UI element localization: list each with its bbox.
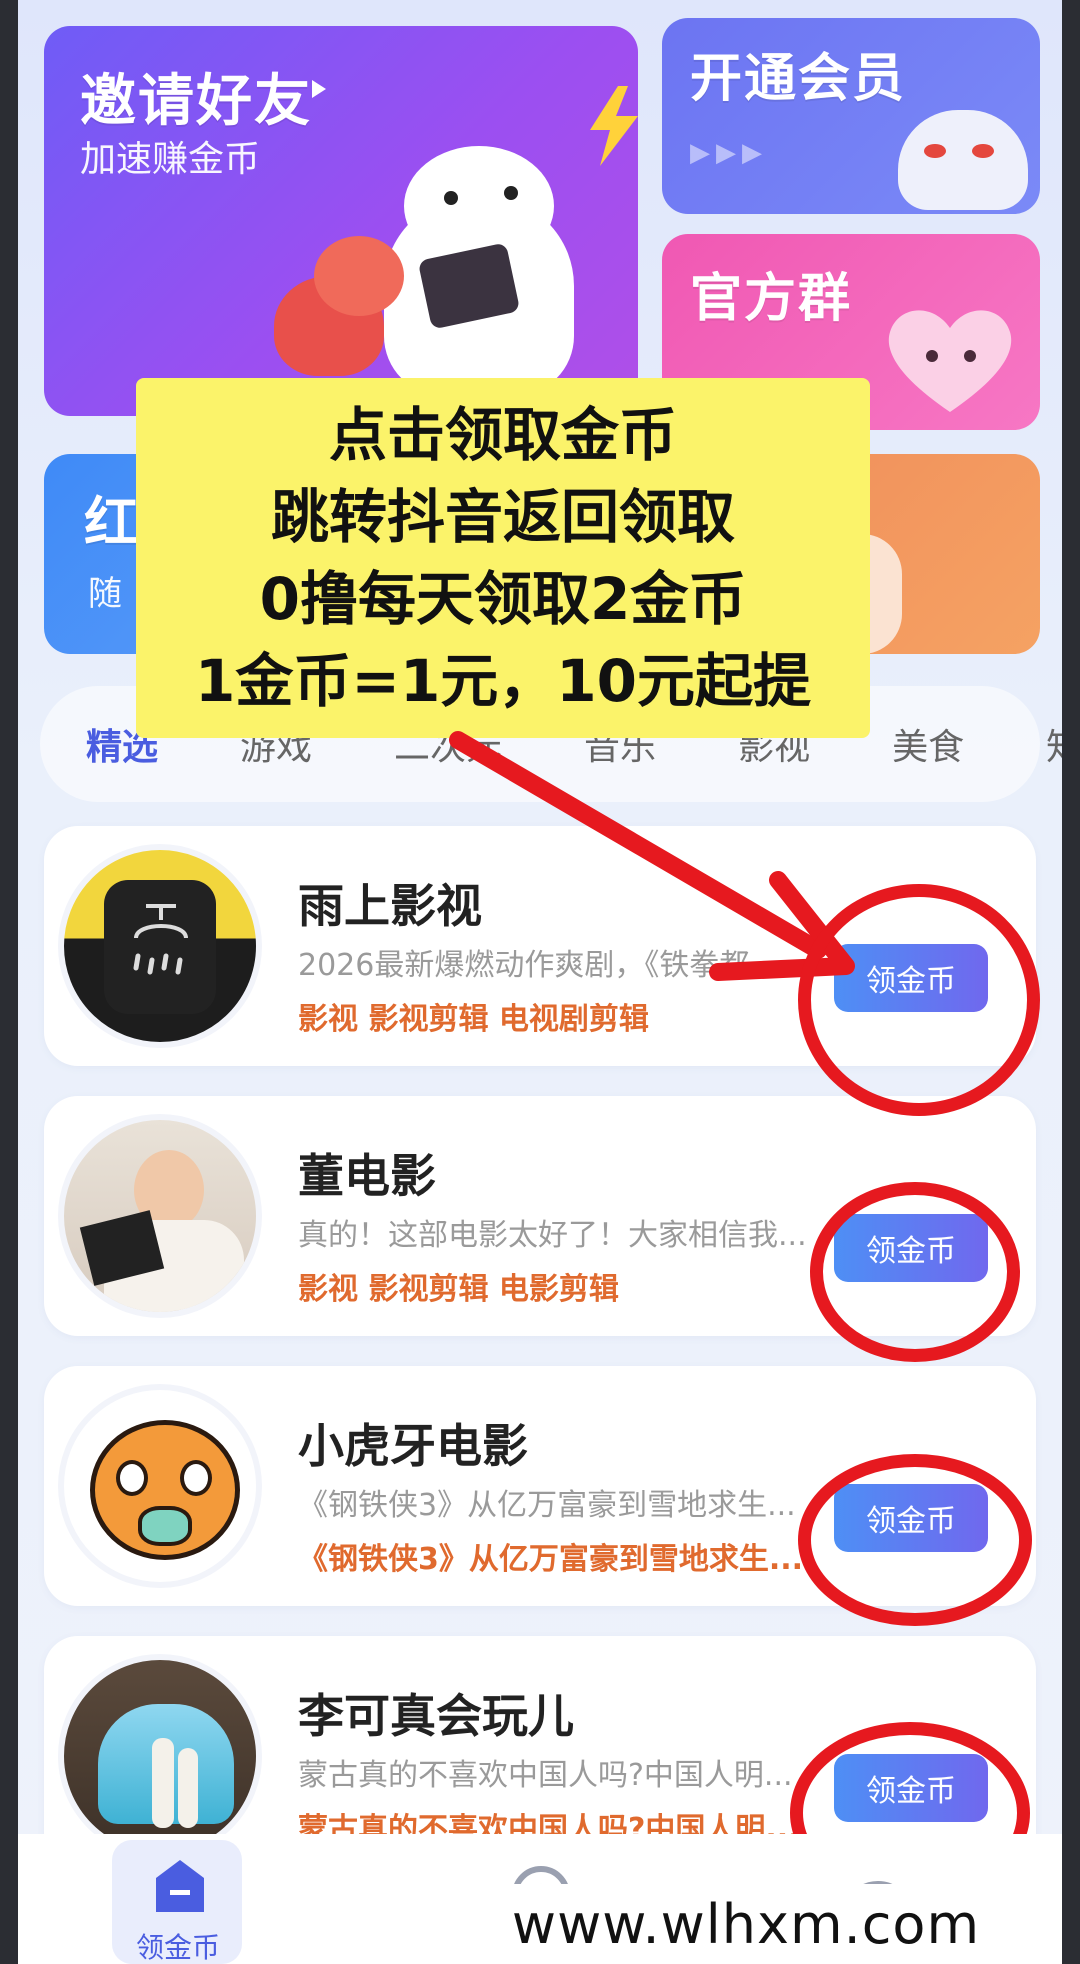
- nav-label-claim-coins: 领金币: [136, 1931, 221, 1964]
- device-frame-left: [0, 0, 18, 1964]
- watermark: www.wlhxm.com: [430, 1884, 1062, 1964]
- app-screen: 邀请好友 加速赚金币 开通会员 ▶▶▶ 官方群 红 随 精选 游戏 二次元 音乐…: [18, 0, 1062, 1964]
- device-frame-right: [1062, 0, 1080, 1964]
- home-coin-icon: [156, 1860, 204, 1912]
- red-arrow-annotation: [449, 731, 855, 981]
